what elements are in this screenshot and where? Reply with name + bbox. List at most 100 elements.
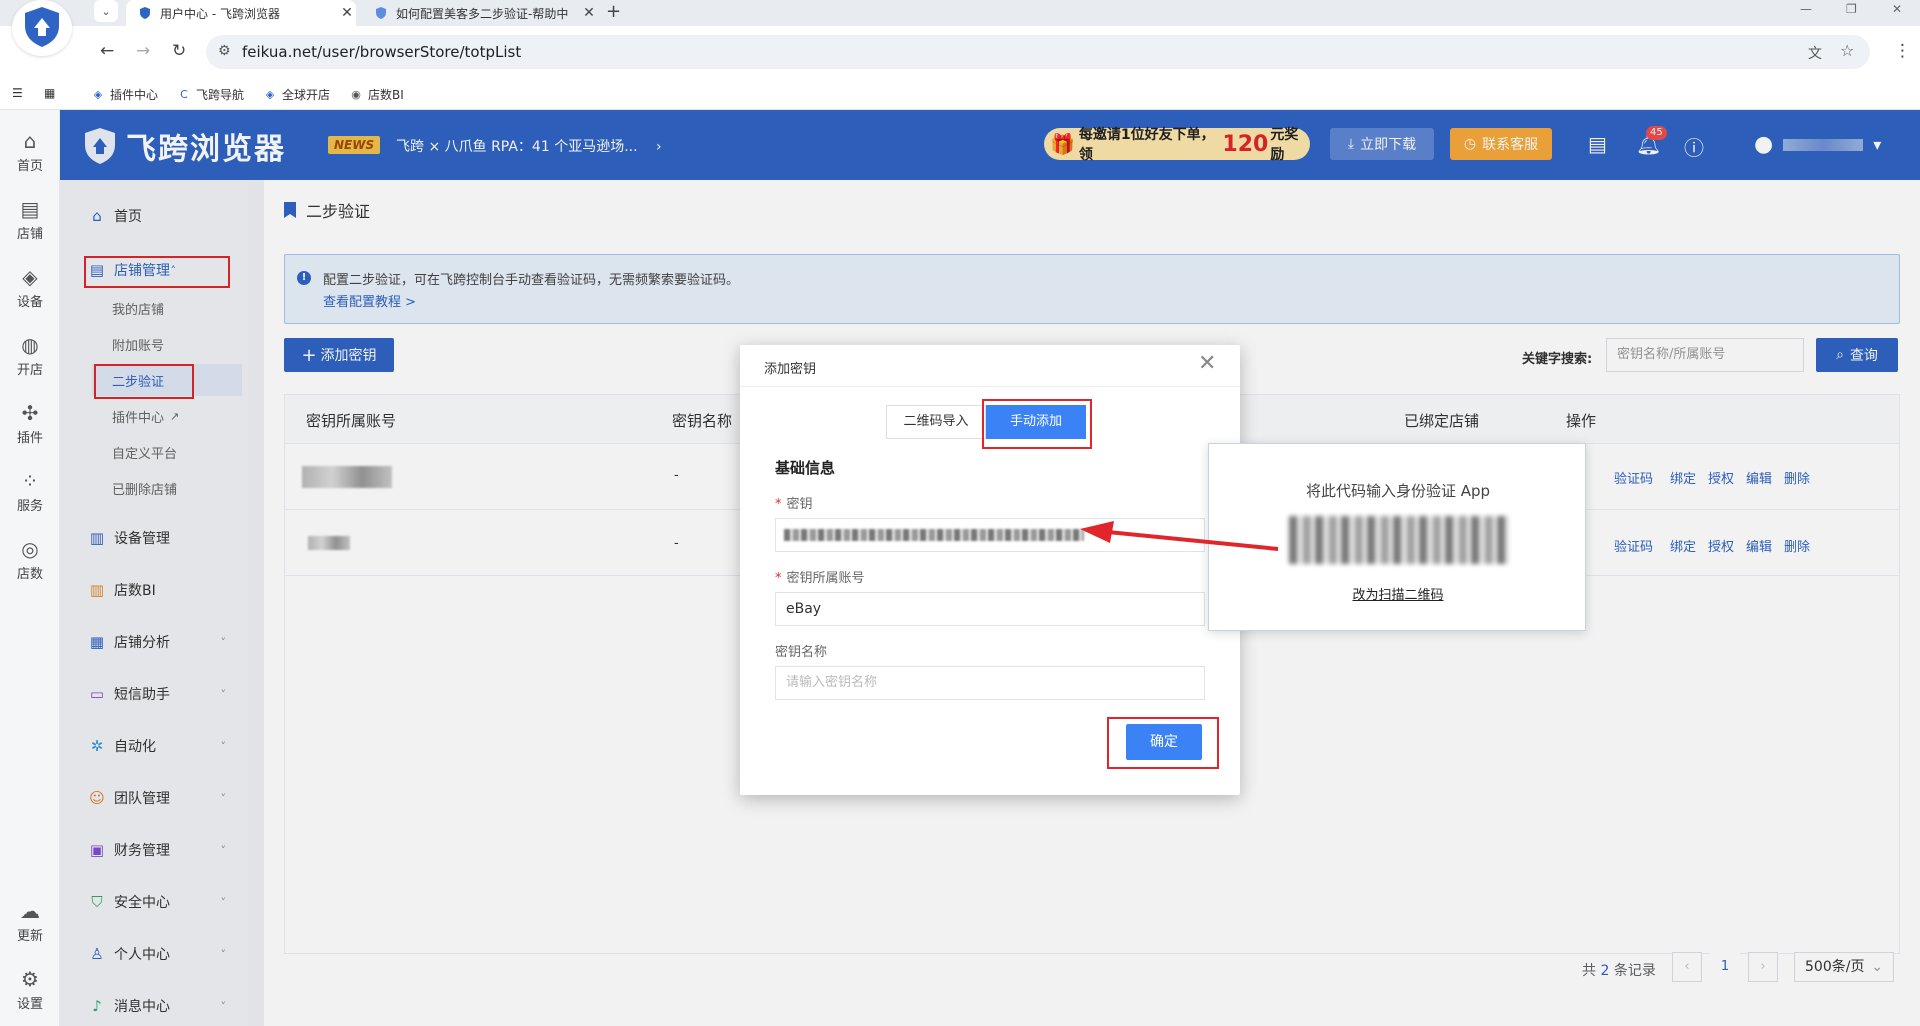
address-bar[interactable]: ⚙ feikua.net/user/browserStore/totpList … (206, 35, 1870, 69)
action-edit[interactable]: 编辑 (1746, 468, 1772, 487)
breadcrumb: 二步验证 (284, 198, 370, 222)
sidebar-item-automation[interactable]: ✲ 自动化 ˅ (60, 728, 248, 764)
bookmark-global-store[interactable]: ◈ 全球开店 (264, 86, 330, 103)
sidebar-item-security[interactable]: ⛉ 安全中心 ˅ (60, 884, 248, 920)
invite-banner[interactable]: 🎁 每邀请1位好友下单，领 120 元奖励 (1044, 127, 1310, 163)
action-bind[interactable]: 绑定 (1670, 468, 1696, 487)
caret-down-icon: ▾ (1873, 135, 1882, 154)
help-icon[interactable]: ⓘ (1684, 132, 1704, 161)
sidebar-item-home[interactable]: ⌂ 首页 (60, 198, 248, 234)
bookmark-star-icon[interactable]: ☆ (1840, 41, 1854, 60)
sidebar-sub-custom-platform[interactable]: 自定义平台 (112, 436, 242, 468)
page-title: 二步验证 (306, 202, 371, 221)
query-button[interactable]: ⌕ 查询 (1816, 338, 1898, 372)
sidebar-item-messages[interactable]: ♪ 消息中心 ˅ (60, 988, 248, 1024)
tab-manual-add[interactable]: 手动添加 (986, 405, 1086, 439)
bar-chart-icon: ▥ (89, 581, 105, 599)
document-icon[interactable]: ▤ (1588, 132, 1607, 156)
bookmark-plugin-center[interactable]: ◈ 插件中心 (92, 86, 158, 103)
browser-menu-icon[interactable]: ⋮ (1894, 41, 1911, 61)
action-delete[interactable]: 删除 (1784, 536, 1810, 555)
sidebar-sub-extra-accounts[interactable]: 附加账号 (112, 328, 242, 360)
add-key-button[interactable]: + 添加密钥 (284, 338, 394, 372)
home-icon: ⌂ (92, 207, 102, 225)
action-bind[interactable]: 绑定 (1670, 536, 1696, 555)
rail-plugin[interactable]: ✣ 插件 (0, 402, 60, 446)
sidebar-item-sms[interactable]: ▭ 短信助手 ˅ (60, 676, 248, 712)
bookmark-feikua-nav[interactable]: C 飞跨导航 (178, 86, 244, 103)
chevron-down-icon: ˅ (220, 791, 227, 805)
close-tab-icon[interactable]: ✕ (580, 5, 598, 21)
forward-icon[interactable]: → (136, 41, 150, 61)
search-icon: ⌕ (1836, 347, 1844, 363)
bell-icon: ♪ (92, 997, 102, 1015)
browser-window: { "browser": { "tabs": [ {"title": "用户中心… (0, 0, 1920, 1026)
shield-icon: ⛉ (91, 893, 103, 911)
close-icon[interactable]: ✕ (1198, 351, 1216, 376)
tab-user-center[interactable]: 用户中心 - 飞跨浏览器 ✕ (126, 0, 356, 26)
user-menu[interactable]: ● ▾ (1754, 132, 1881, 157)
action-delete[interactable]: 删除 (1784, 468, 1810, 487)
rail-update[interactable]: ☁ 更新 (0, 900, 60, 944)
tab-search-dropdown[interactable]: ⌄ (94, 0, 118, 22)
wallet-icon: ▣ (89, 841, 105, 859)
bookmark-store-bi[interactable]: ◉ 店数BI (350, 86, 404, 103)
sidebar-sub-plugin-center[interactable]: 插件中心 ↗ (112, 400, 242, 432)
prev-page-button[interactable]: ‹ (1672, 952, 1702, 982)
sidebar-toggle-icon[interactable]: ☰ (12, 86, 23, 100)
sidebar-item-team[interactable]: ☺ 团队管理 ˅ (60, 780, 248, 816)
news-ticker[interactable]: 飞跨 × 八爪鱼 RPA：41 个亚马逊场... › (396, 136, 662, 156)
brand-logo[interactable]: 飞跨浏览器 (82, 124, 286, 168)
tab-help-article[interactable]: 如何配置美客多二步验证-帮助中 ✕ (362, 0, 598, 26)
action-otp[interactable]: 验证码 (1614, 536, 1653, 555)
reload-icon[interactable]: ↻ (172, 41, 186, 61)
rail-store[interactable]: ▤ 店铺 (0, 198, 60, 242)
plus-icon: + (301, 344, 317, 366)
sidebar-item-personal[interactable]: ♙ 个人中心 ˅ (60, 936, 248, 972)
action-otp[interactable]: 验证码 (1614, 468, 1653, 487)
sidebar-item-finance[interactable]: ▣ 财务管理 ˅ (60, 832, 248, 868)
notification-badge: 45 (1646, 126, 1667, 140)
puzzle-icon: ✣ (21, 401, 39, 425)
action-authorize[interactable]: 授权 (1708, 468, 1734, 487)
rail-service[interactable]: ⁘ 服务 (0, 470, 60, 514)
rail-store-data[interactable]: ◎ 店数 (0, 538, 60, 582)
translate-icon[interactable]: 文 (1808, 43, 1822, 63)
confirm-button[interactable]: 确定 (1126, 724, 1202, 760)
page-size-select[interactable]: 500条/页 ⌄ (1794, 952, 1894, 982)
key-name-cell: - (674, 468, 679, 483)
site-info-icon[interactable]: ⚙ (218, 43, 231, 59)
tutorial-link[interactable]: 查看配置教程 > (323, 291, 416, 310)
page-number-1[interactable]: 1 (1710, 952, 1740, 982)
close-tab-icon[interactable]: ✕ (338, 5, 356, 21)
window-close-icon[interactable]: ✕ (1892, 2, 1902, 16)
download-button[interactable]: ⤓ 立即下载 (1330, 128, 1434, 160)
sidebar-sub-deleted-stores[interactable]: 已删除店铺 (112, 472, 242, 504)
sidebar-item-store-analysis[interactable]: ▦ 店铺分析 ˅ (60, 624, 248, 660)
keyword-search-input[interactable]: 密钥名称/所属账号 (1606, 338, 1804, 372)
key-value-blurred (784, 529, 1084, 541)
action-edit[interactable]: 编辑 (1746, 536, 1772, 555)
new-tab-button[interactable]: + (606, 1, 621, 22)
account-label: * 密钥所属账号 (775, 571, 865, 586)
key-name-input[interactable]: 请输入密钥名称 (775, 666, 1205, 700)
rail-home[interactable]: ⌂ 首页 (0, 130, 60, 174)
sidebar-sub-my-stores[interactable]: 我的店铺 (112, 292, 242, 324)
scan-qr-link[interactable]: 改为扫描二维码 (1209, 584, 1587, 603)
sidebar-item-device-mgmt[interactable]: ▥ 设备管理 (60, 520, 248, 556)
contact-service-button[interactable]: ◷ 联系客服 (1450, 128, 1552, 160)
tab-qr-import[interactable]: 二维码导入 (886, 405, 986, 439)
apps-icon[interactable]: ▦ (44, 86, 55, 100)
sidebar-sub-two-step[interactable]: 二步验证 (92, 364, 242, 396)
account-input[interactable]: eBay (775, 592, 1205, 626)
restore-icon[interactable]: ❐ (1846, 2, 1857, 16)
minimize-icon[interactable]: — (1800, 2, 1812, 16)
rail-open-store[interactable]: ◍ 开店 (0, 334, 60, 378)
sidebar-item-store-bi[interactable]: ▥ 店数BI (60, 572, 248, 608)
rail-settings[interactable]: ⚙ 设置 (0, 968, 60, 1012)
sidebar-item-store-mgmt[interactable]: ▤ 店铺管理 ˄ (60, 252, 248, 288)
rail-device[interactable]: ◈ 设备 (0, 266, 60, 310)
action-authorize[interactable]: 授权 (1708, 536, 1734, 555)
back-icon[interactable]: ← (100, 41, 114, 61)
next-page-button[interactable]: › (1748, 952, 1778, 982)
